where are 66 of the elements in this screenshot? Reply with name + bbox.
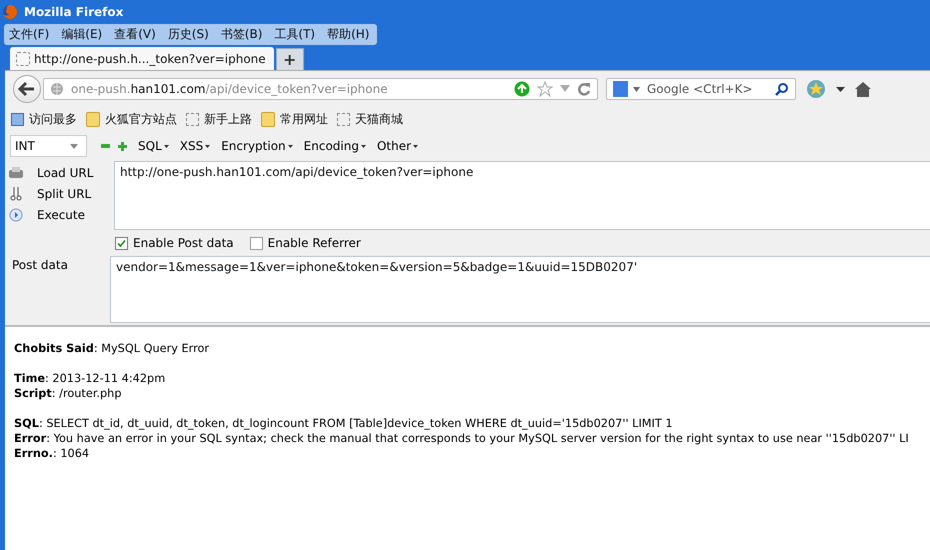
error-text: Time: 2013-12-11 4:42pm [14,371,166,386]
caret-icon [288,144,293,148]
error-text: Error: You have an error in your SQL syntax; check the manual that corresponds to your MySQL server version for the right syntax to use near ''15db0207'' LI [14,431,910,446]
checkbox[interactable] [250,236,263,250]
error-text: Script: /router.php [14,386,123,401]
caret-icon[interactable] [633,86,640,92]
arrow-up-icon[interactable] [514,81,530,97]
checkbox-label[interactable]: Enable Referrer [268,236,361,250]
menu-item[interactable]: 工具(T) [274,26,316,43]
reload-icon[interactable] [577,82,591,96]
checkbox-label[interactable]: Enable Post data [133,236,234,250]
caret-icon[interactable] [836,86,845,92]
hackbar-action[interactable]: Load URL [9,166,114,180]
hackbar-action[interactable]: Split URL [9,186,114,201]
error-text: Chobits Said: MySQL Query Error [14,341,210,356]
bookmark-item[interactable]: 新手上路 [186,110,252,128]
bookmark-item[interactable]: 常用网址 [261,110,328,128]
back-button[interactable] [13,75,41,103]
search-bar[interactable]: Google <Ctrl+K> [606,78,796,100]
hackbar-menu[interactable]: Encoding [304,139,366,153]
blank-page-icon [16,52,30,66]
printer-icon [9,166,23,179]
caret-icon [413,144,418,148]
dropdown-icon[interactable] [560,85,570,93]
hackbar-menu[interactable]: Other [376,139,418,153]
caret-icon [164,144,169,148]
address-bar[interactable]: one-push.han101.com/api/device_token?ver=iphone [43,78,598,100]
url-field[interactable]: http://one-push.han101.com/api/device_token?ver=iphone [114,161,930,230]
menu-item[interactable]: 文件(F) [9,26,50,43]
hackbar-menu[interactable]: SQL [138,139,169,153]
caret-icon [205,144,210,148]
plus-icon[interactable] [118,142,127,150]
menu-item[interactable]: 查看(V) [114,26,156,43]
hackbar-action[interactable]: Execute [9,208,114,222]
caret-icon [70,144,78,148]
error-text: Errno.: 1064 [14,446,90,461]
caret-icon [360,144,366,148]
hackbar-menu[interactable]: Encryption [221,139,293,153]
search-field[interactable]: Google <Ctrl+K> [645,81,770,97]
bookmark-item[interactable]: 火狐官方站点 [86,110,177,128]
globe-icon [50,82,64,96]
type-dropdown[interactable]: INT [10,135,87,157]
menu-item[interactable]: 历史(S) [168,26,209,43]
window-title: Mozilla Firefox [24,5,124,19]
play-icon [9,208,23,222]
menu-item[interactable]: 帮助(H) [327,26,370,43]
star-icon[interactable] [537,81,553,97]
arrow-left-icon [18,81,36,97]
hackbar-menu[interactable]: XSS [180,139,210,153]
post-data-field[interactable]: vendor=1&message=1&ver=iphone&token=&version=5&badge=1&uuid=15DB0207' [110,256,930,323]
bookmark-item[interactable]: 访问最多 [11,110,77,128]
new-tab-button[interactable]: + [276,48,304,70]
minus-icon[interactable] [101,144,110,148]
home-icon[interactable] [855,82,871,96]
post-data-label: Post data [11,257,69,274]
checkbox[interactable] [115,236,128,250]
firefox-logo-icon [2,4,18,20]
url-text: one-push.han101.com/api/device_token?ver=iphone [71,82,389,96]
star-badge-icon[interactable] [806,79,826,99]
error-text: SQL: SELECT dt_id, dt_uuid, dt_token, dt_logincount FROM [Table]device_token WHERE dt_uuid='15db0207'' LIMIT 1 [14,416,674,431]
browser-tab[interactable]: http://one-push.h..._token?ver=iphone [10,47,274,70]
menu-item[interactable]: 书签(B) [220,26,262,43]
scissors-icon [9,186,23,201]
bookmark-item[interactable]: 天猫商城 [337,110,403,128]
menu-item[interactable]: 编辑(E) [61,26,102,43]
search-icon[interactable] [775,82,789,96]
